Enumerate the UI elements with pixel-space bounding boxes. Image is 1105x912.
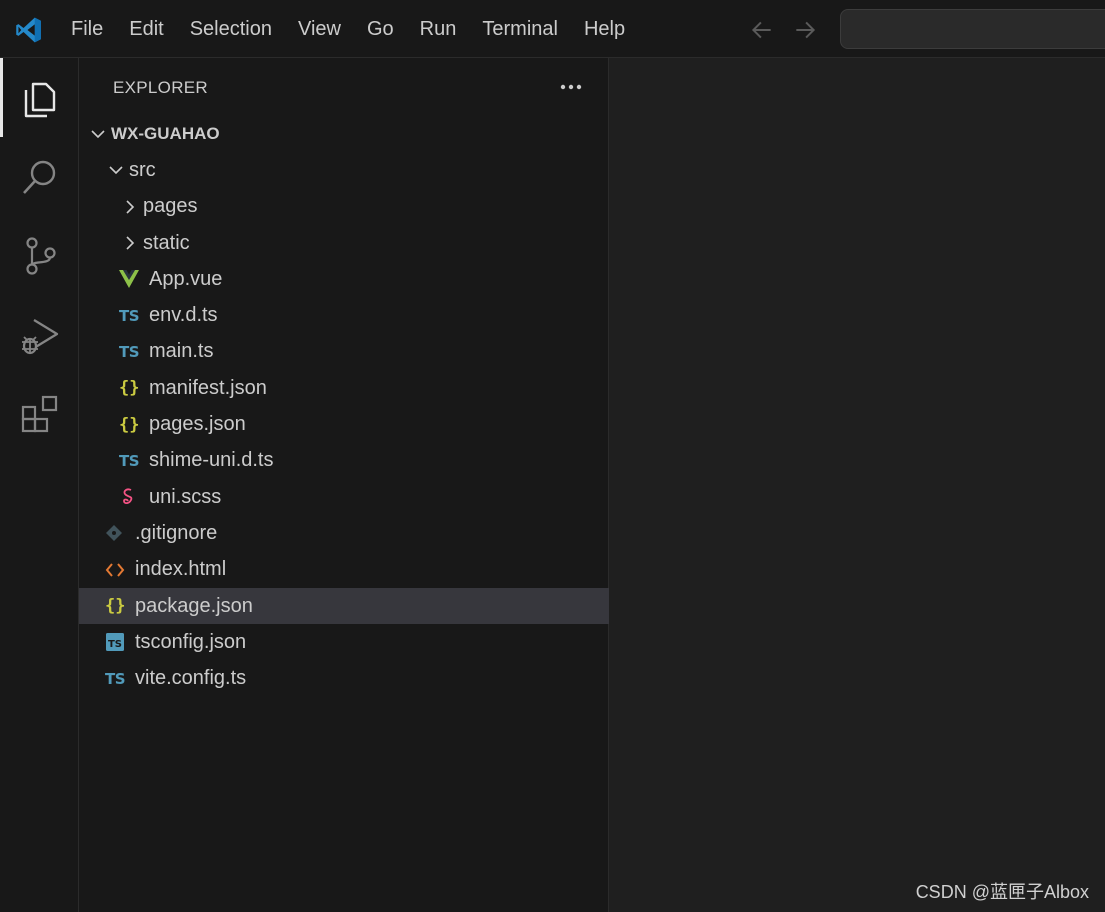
menu-terminal[interactable]: Terminal	[469, 11, 571, 47]
activity-explorer[interactable]	[0, 58, 79, 137]
sidebar-header: EXPLORER	[79, 58, 609, 116]
vue-file-icon	[119, 268, 143, 290]
sass-file-icon	[119, 486, 143, 508]
file-tree: WX-GUAHAO src pages static App.vue TS env.d.t…	[79, 116, 609, 697]
typescript-file-icon: TS	[119, 342, 140, 361]
menu-run[interactable]: Run	[407, 11, 470, 47]
svg-text:TS: TS	[108, 639, 122, 650]
tree-item-label: pages.json	[149, 413, 246, 436]
tree-file-item[interactable]: TS shime-uni.d.ts	[79, 443, 609, 479]
activity-extensions[interactable]	[0, 374, 79, 453]
explorer-sidebar: EXPLORER WX-GUAHAO src pages static App.vue…	[79, 58, 609, 912]
tree-file-item[interactable]: {} pages.json	[79, 406, 609, 442]
tree-file-item[interactable]: TS env.d.ts	[79, 297, 609, 333]
tree-item-label: App.vue	[149, 267, 223, 290]
tree-item-label: pages	[143, 195, 198, 218]
tree-folder-item[interactable]: src	[79, 152, 609, 188]
source-control-icon	[25, 236, 56, 275]
tree-item-label: vite.config.ts	[135, 667, 247, 690]
menu-file[interactable]: File	[58, 11, 116, 47]
typescript-file-icon: TS	[119, 451, 140, 470]
tree-file-item[interactable]: TS main.ts	[79, 334, 609, 370]
tsconfig-file-icon: TS	[105, 631, 129, 653]
typescript-file-icon: TS	[119, 306, 140, 325]
more-actions-icon[interactable]	[556, 74, 586, 100]
tree-item-label: .gitignore	[135, 521, 218, 544]
tree-item-label: tsconfig.json	[135, 630, 247, 653]
menu-help[interactable]: Help	[571, 11, 638, 47]
tree-file-item[interactable]: .gitignore	[79, 515, 609, 551]
forward-arrow-icon[interactable]	[792, 17, 818, 43]
tree-file-item[interactable]: TS vite.config.ts	[79, 660, 609, 696]
menu-selection[interactable]: Selection	[177, 11, 285, 47]
tree-folder-item[interactable]: static	[79, 225, 609, 261]
back-arrow-icon[interactable]	[749, 17, 775, 43]
json-file-icon: {}	[119, 414, 140, 435]
html-file-icon	[105, 559, 129, 581]
tree-item-label: src	[129, 158, 156, 181]
menu-view[interactable]: View	[285, 11, 354, 47]
typescript-file-icon: TS	[105, 669, 126, 688]
activity-source-control[interactable]	[0, 216, 79, 295]
sidebar-title: EXPLORER	[113, 78, 208, 97]
tree-file-item[interactable]: {} manifest.json	[79, 370, 609, 406]
tree-item-label: manifest.json	[149, 376, 267, 399]
watermark: CSDN @蓝匣子Albox	[915, 882, 1089, 902]
editor-area: CSDN @蓝匣子Albox	[610, 58, 1105, 912]
menu-edit[interactable]: Edit	[116, 11, 176, 47]
tree-file-item[interactable]: App.vue	[79, 261, 609, 297]
run-debug-icon	[21, 318, 58, 354]
tree-folder-item[interactable]: pages	[79, 189, 609, 225]
tree-item-label: static	[143, 231, 190, 254]
tree-root-folder[interactable]: WX-GUAHAO	[79, 116, 609, 152]
vscode-window: File Edit Selection View Go Run Terminal…	[0, 0, 1105, 912]
git-file-icon	[105, 522, 129, 544]
command-center-search[interactable]	[840, 9, 1105, 49]
tree-item-label: package.json	[135, 594, 253, 617]
explorer-icon	[24, 82, 55, 117]
search-icon	[22, 160, 55, 194]
activity-run-debug[interactable]	[0, 295, 79, 374]
tree-file-item[interactable]: uni.scss	[79, 479, 609, 515]
tree-item-label: env.d.ts	[149, 304, 218, 327]
chevron-right-icon	[119, 232, 141, 254]
chevron-down-icon	[87, 123, 109, 145]
vscode-logo-icon	[16, 17, 41, 43]
tree-file-item[interactable]: index.html	[79, 552, 609, 588]
tree-item-label: main.ts	[149, 340, 214, 363]
tree-rows: src pages static App.vue TS env.d.ts TS main.ts…	[79, 152, 609, 696]
title-bar: File Edit Selection View Go Run Terminal…	[0, 0, 1105, 58]
tree-item-label: shime-uni.d.ts	[149, 449, 274, 472]
menu-go[interactable]: Go	[354, 11, 407, 47]
root-folder-label: WX-GUAHAO	[111, 124, 220, 144]
tree-file-item[interactable]: {} package.json	[79, 587, 609, 625]
tree-item-label: index.html	[135, 558, 227, 581]
menu-bar: File Edit Selection View Go Run Terminal…	[58, 0, 638, 58]
chevron-down-icon	[105, 159, 127, 181]
json-file-icon: {}	[119, 378, 140, 399]
extensions-icon	[21, 395, 57, 432]
json-file-icon: {}	[105, 596, 126, 616]
activity-bar	[0, 58, 79, 912]
activity-search[interactable]	[0, 137, 79, 216]
chevron-right-icon	[119, 196, 141, 218]
tree-file-item[interactable]: TS tsconfig.json	[79, 624, 609, 660]
tree-item-label: uni.scss	[149, 485, 222, 508]
